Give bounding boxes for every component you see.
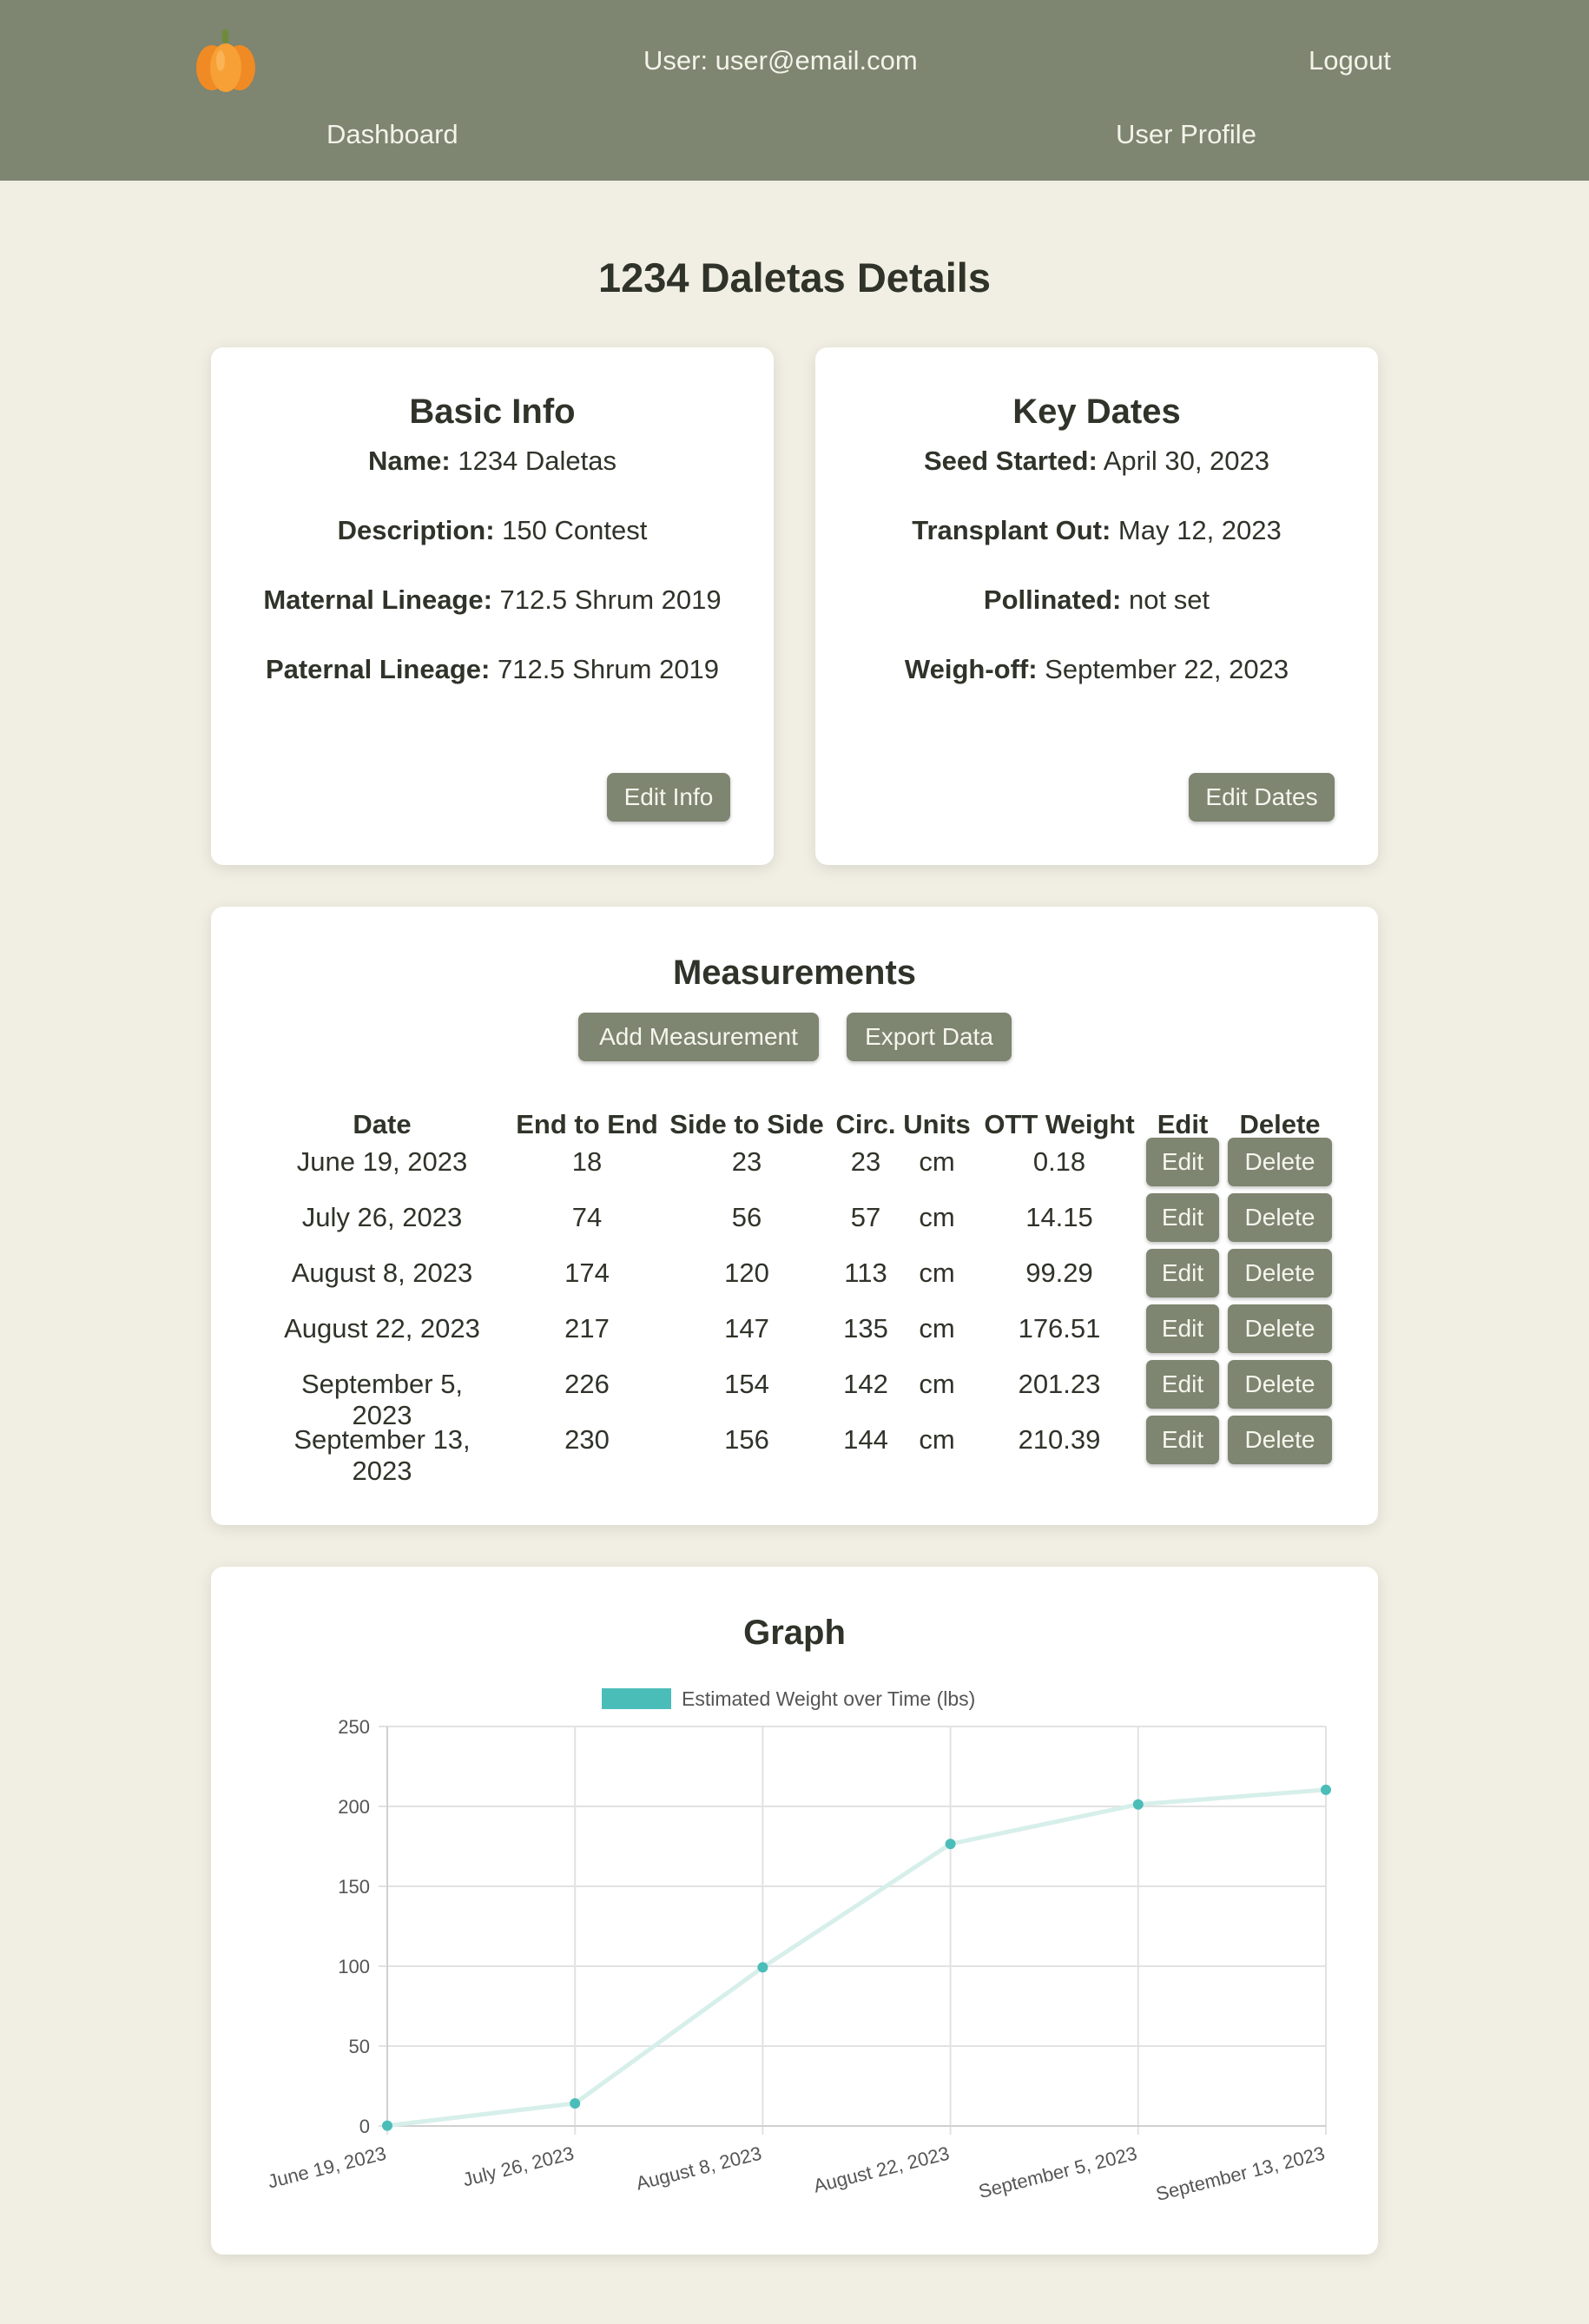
edit-measurement-button[interactable]: Edit	[1146, 1138, 1219, 1186]
y-tick-label: 150	[338, 1876, 370, 1898]
measurements-title: Measurements	[672, 954, 917, 992]
x-tick-label: June 19, 2023	[266, 2142, 388, 2193]
page-title: 1234 Daletas Details	[597, 254, 991, 300]
y-tick-label: 0	[359, 2116, 370, 2137]
delete-measurement-button[interactable]: Delete	[1228, 1138, 1332, 1186]
transplant-out-field: Transplant Out: May 12, 2023	[815, 515, 1378, 584]
y-tick-label: 250	[338, 1716, 370, 1738]
field-label: Seed Started:	[923, 446, 1098, 476]
weigh-off-field: Weigh-off: September 22, 2023	[815, 654, 1378, 723]
seed-started-field: Seed Started: April 30, 2023	[815, 446, 1378, 515]
delete-measurement-button[interactable]: Delete	[1228, 1360, 1332, 1409]
edit-measurement-button[interactable]: Edit	[1146, 1193, 1219, 1242]
delete-measurement-button[interactable]: Delete	[1228, 1304, 1332, 1353]
column-header-delete: Delete	[1239, 1109, 1321, 1139]
field-label: Weigh-off:	[904, 654, 1038, 684]
table-cell: August 8, 2023	[291, 1258, 473, 1288]
field-label: Description:	[337, 515, 495, 545]
description-field: Description: 150 Contest	[211, 515, 774, 584]
data-point	[570, 2097, 581, 2109]
table-cell: July 26, 2023	[301, 1202, 463, 1232]
edit-measurement-button[interactable]: Edit	[1146, 1416, 1219, 1464]
field-label: Transplant Out:	[912, 515, 1111, 545]
field-value: not set	[1121, 584, 1210, 615]
nav-dashboard-link[interactable]: Dashboard	[326, 119, 458, 150]
measurements-card: Measurements Add Measurement Export Data…	[211, 907, 1378, 1525]
edit-measurement-button[interactable]: Edit	[1146, 1304, 1219, 1353]
y-tick-label: 200	[338, 1796, 370, 1818]
legend-swatch	[602, 1688, 671, 1709]
y-tick-label: 100	[338, 1956, 370, 1977]
pollinated-field: Pollinated: not set	[815, 584, 1378, 654]
weight-line-chart: Estimated Weight over Time (lbs) 250 200 15…	[266, 1687, 1331, 2205]
y-tick-label: 50	[349, 2036, 370, 2057]
graph-card: Graph Estimated Weight over Time (lbs) 25…	[211, 1567, 1378, 2255]
x-tick-label: August 8, 2023	[634, 2142, 764, 2195]
key-dates-card: Key Dates Seed Started: April 30, 2023 T…	[815, 347, 1378, 865]
field-label: Paternal Lineage:	[265, 654, 491, 684]
delete-measurement-button[interactable]: Delete	[1228, 1416, 1332, 1464]
series-line	[386, 1787, 1327, 2129]
table-cell: June 19, 2023	[296, 1146, 468, 1177]
data-point	[945, 1839, 956, 1850]
table-cell: 0.18	[1032, 1146, 1086, 1177]
field-value: April 30, 2023	[1097, 446, 1270, 476]
key-dates-fields: Seed Started: April 30, 2023 Transplant …	[815, 446, 1378, 723]
table-cell: August 22, 2023	[284, 1313, 480, 1344]
edit-measurement-button[interactable]: Edit	[1146, 1249, 1219, 1297]
field-value: September 22, 2023	[1037, 654, 1289, 684]
edit-dates-button[interactable]: Edit Dates	[1189, 773, 1335, 822]
edit-measurement-button[interactable]: Edit	[1146, 1360, 1219, 1409]
x-tick-label: July 26, 2023	[460, 2142, 576, 2191]
maternal-lineage-field: Maternal Lineage: 712.5 Shrum 2019	[211, 584, 774, 654]
name-field: Name: 1234 Daletas	[211, 446, 774, 515]
nav-user-profile-link[interactable]: User Profile	[1116, 119, 1256, 150]
x-tick-label: August 22, 2023	[811, 2142, 952, 2197]
field-value: 150 Contest	[494, 515, 648, 545]
data-point	[757, 1962, 768, 1973]
field-value: 712.5 Shrum 2019	[491, 584, 722, 615]
field-value: 1234 Daletas	[450, 446, 617, 476]
export-data-button[interactable]: Export Data	[847, 1013, 1012, 1061]
basic-info-card: Basic Info Name: 1234 Daletas Descriptio…	[211, 347, 774, 865]
table-cell: 201.23	[1018, 1369, 1101, 1399]
basic-info-title: Basic Info	[409, 393, 576, 431]
key-dates-title: Key Dates	[1012, 393, 1181, 431]
table-cell: 99.29	[1025, 1258, 1093, 1288]
data-point	[1321, 1784, 1331, 1795]
field-label: Name:	[367, 446, 451, 476]
field-value: 712.5 Shrum 2019	[490, 654, 720, 684]
paternal-lineage-field: Paternal Lineage: 712.5 Shrum 2019	[211, 654, 774, 723]
table-cell: 210.39	[1018, 1424, 1101, 1455]
data-point	[382, 2120, 392, 2131]
legend-label: Estimated Weight over Time (lbs)	[682, 1687, 975, 1710]
table-cell: 176.51	[1018, 1313, 1101, 1344]
add-measurement-button[interactable]: Add Measurement	[578, 1013, 819, 1061]
table-cell: September 5, 2023	[300, 1369, 464, 1430]
delete-measurement-button[interactable]: Delete	[1228, 1249, 1332, 1297]
top-navbar: User: user@email.com Logout Dashboard Us…	[0, 0, 1589, 181]
table-cell: September 13, 2023	[293, 1424, 471, 1486]
basic-info-fields: Name: 1234 Daletas Description: 150 Cont…	[211, 446, 774, 723]
pumpkin-icon[interactable]	[195, 28, 257, 94]
field-label: Maternal Lineage:	[263, 584, 492, 615]
field-value: May 12, 2023	[1111, 515, 1282, 545]
edit-info-button[interactable]: Edit Info	[607, 773, 730, 822]
table-cell: 14.15	[1025, 1202, 1093, 1232]
x-tick-label: September 5, 2023	[976, 2142, 1139, 2203]
data-point	[1132, 1799, 1144, 1810]
x-tick-label: September 13, 2023	[1154, 2142, 1328, 2205]
user-email-label: User: user@email.com	[643, 45, 918, 76]
delete-measurement-button[interactable]: Delete	[1228, 1193, 1332, 1242]
column-header-date: Date	[353, 1109, 412, 1139]
logout-link[interactable]: Logout	[1309, 45, 1391, 76]
field-label: Pollinated:	[983, 584, 1122, 615]
